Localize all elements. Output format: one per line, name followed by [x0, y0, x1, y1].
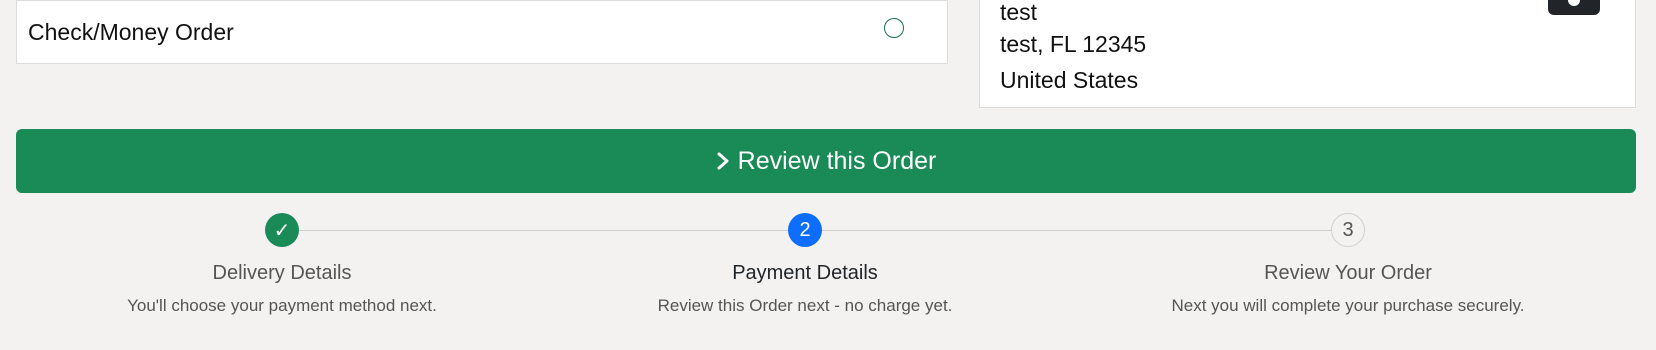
step-3-number: 3	[1331, 213, 1365, 247]
review-order-label: Review this Order	[737, 146, 937, 175]
review-order-button[interactable]: Review this Order	[16, 129, 1636, 193]
step-3-description: Next you will complete your purchase sec…	[1171, 296, 1525, 315]
payment-option-radio[interactable]	[884, 18, 904, 38]
address-line-2: test, FL 12345	[1000, 31, 1147, 57]
payment-option-label: Check/Money Order	[28, 19, 234, 45]
step-2-title: Payment Details	[732, 262, 878, 284]
step-1-description: You'll choose your payment method next.	[127, 296, 437, 315]
step-2-number: 2	[788, 213, 822, 247]
chevron-right-icon	[717, 152, 729, 170]
step-1-title: Delivery Details	[212, 262, 352, 284]
address-line-3: United States	[1000, 67, 1139, 93]
step-payment-details: 2 Payment Details Review this Order next…	[555, 213, 1055, 316]
edit-address-button[interactable]	[1548, 0, 1600, 15]
step-delivery-details: ✓ Delivery Details You'll choose your pa…	[32, 213, 532, 316]
step-2-description: Review this Order next - no charge yet.	[657, 296, 953, 315]
payment-option-card[interactable]: Check/Money Order	[16, 0, 948, 64]
step-3-title: Review Your Order	[1264, 262, 1432, 284]
address-card: test test, FL 12345 United States	[979, 0, 1636, 108]
address-line-1: test	[1000, 0, 1038, 25]
step-1-check-icon: ✓	[265, 213, 299, 247]
step-review-your-order: 3 Review Your Order Next you will comple…	[1098, 213, 1598, 316]
edit-icon	[1568, 0, 1580, 6]
